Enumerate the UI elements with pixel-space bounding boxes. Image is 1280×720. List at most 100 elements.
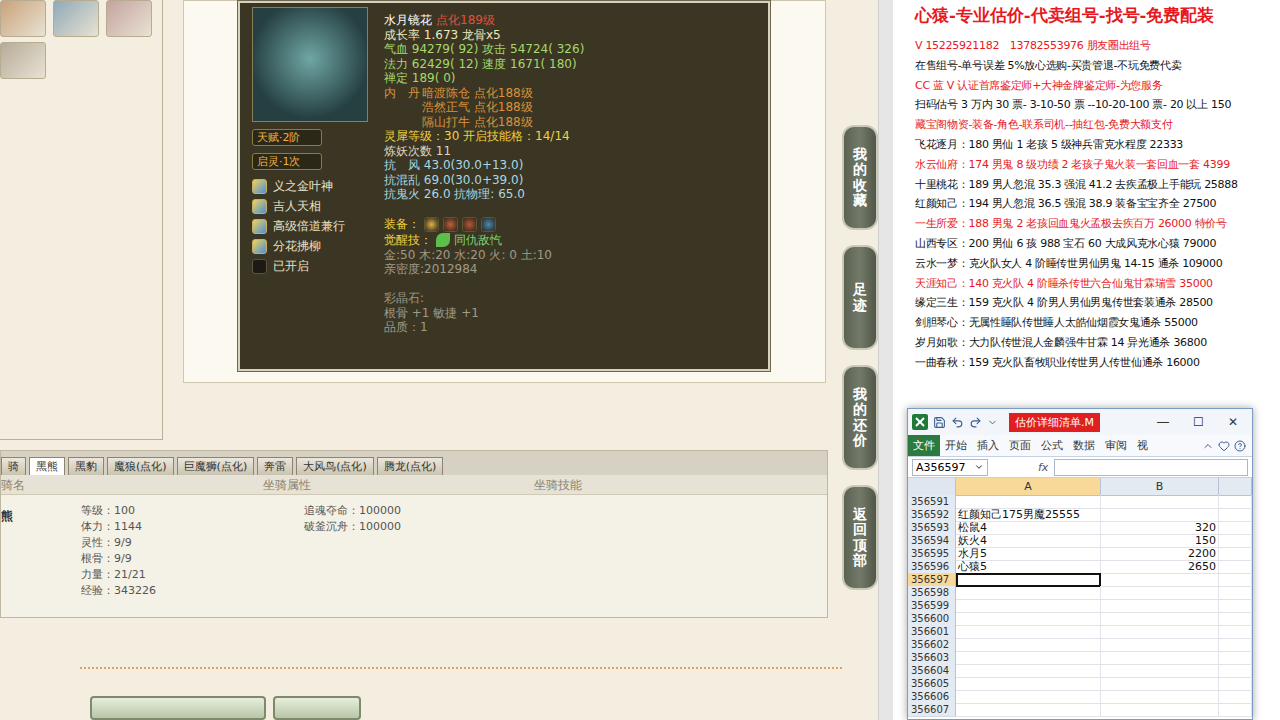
- skill-row[interactable]: 吉人天相: [252, 196, 370, 216]
- mount-tab[interactable]: 黑豹: [68, 457, 104, 475]
- row-number[interactable]: 356597: [908, 573, 956, 587]
- row-number[interactable]: 356606: [908, 690, 956, 704]
- cell[interactable]: 红颜知己175男魔25555: [956, 508, 1101, 522]
- mount-tab[interactable]: 骑: [1, 457, 26, 475]
- row-number[interactable]: 356598: [908, 586, 956, 600]
- cell[interactable]: [956, 638, 1101, 652]
- row-number[interactable]: 356603: [908, 651, 956, 665]
- column-header[interactable]: [1219, 478, 1252, 496]
- cell[interactable]: [956, 690, 1101, 704]
- cell[interactable]: [1219, 521, 1252, 535]
- row-number[interactable]: 356602: [908, 638, 956, 652]
- cell[interactable]: [1219, 677, 1252, 691]
- skill-row[interactable]: 高级倍道兼行: [252, 216, 370, 236]
- row-number[interactable]: 356604: [908, 664, 956, 678]
- ribbon-tab[interactable]: 审阅: [1100, 435, 1132, 457]
- cell[interactable]: [956, 651, 1101, 665]
- side-button[interactable]: 我的还价: [842, 365, 878, 470]
- cell[interactable]: [1219, 664, 1252, 678]
- cell[interactable]: [1101, 664, 1219, 678]
- formula-input[interactable]: [1054, 459, 1248, 476]
- side-button[interactable]: 足迹: [842, 245, 878, 350]
- cell[interactable]: 妖火4: [956, 534, 1101, 548]
- row-number[interactable]: 356593: [908, 521, 956, 535]
- cell[interactable]: 150: [1101, 534, 1219, 548]
- window-control[interactable]: —: [1148, 412, 1178, 432]
- cell[interactable]: [956, 677, 1101, 691]
- cell[interactable]: [956, 664, 1101, 678]
- avatar-thumbnail[interactable]: [106, 0, 152, 37]
- dropdown-icon[interactable]: [974, 462, 984, 472]
- cell[interactable]: [956, 599, 1101, 613]
- row-number[interactable]: 356600: [908, 612, 956, 626]
- cell[interactable]: 2200: [1101, 547, 1219, 561]
- avatar-thumbnail[interactable]: [53, 0, 99, 37]
- cell[interactable]: [1101, 508, 1219, 522]
- side-button[interactable]: 返回顶部: [842, 485, 878, 590]
- ribbon-tab[interactable]: 插入: [972, 435, 1004, 457]
- skill-row[interactable]: 已开启: [252, 256, 370, 276]
- cell[interactable]: [1101, 703, 1219, 717]
- equipment-icon[interactable]: [443, 217, 458, 232]
- cell[interactable]: [1101, 690, 1219, 704]
- cell[interactable]: [1219, 625, 1252, 639]
- row-number[interactable]: 356596: [908, 560, 956, 574]
- skill-row[interactable]: 义之金叶神: [252, 176, 370, 196]
- column-header[interactable]: A: [956, 478, 1101, 496]
- cell[interactable]: [1219, 690, 1252, 704]
- save-icon[interactable]: [933, 416, 946, 429]
- row-number[interactable]: 356591: [908, 495, 956, 509]
- window-control[interactable]: ✕: [1218, 412, 1248, 432]
- cell[interactable]: [1219, 534, 1252, 548]
- cell[interactable]: [1101, 495, 1219, 509]
- cell[interactable]: [1219, 612, 1252, 626]
- mount-tab[interactable]: 巨魔狮(点化): [177, 457, 255, 475]
- cell[interactable]: 320: [1101, 521, 1219, 535]
- action-button[interactable]: [90, 696, 266, 720]
- cell[interactable]: [1101, 625, 1219, 639]
- row-number[interactable]: 356592: [908, 508, 956, 522]
- cell[interactable]: [1219, 599, 1252, 613]
- ribbon-tab[interactable]: 公式: [1036, 435, 1068, 457]
- cell[interactable]: [1219, 573, 1252, 587]
- cell[interactable]: [956, 573, 1101, 587]
- heart-icon[interactable]: [1218, 440, 1230, 452]
- cell[interactable]: [1219, 495, 1252, 509]
- mount-tab[interactable]: 腾龙(点化): [377, 457, 444, 475]
- equipment-icon[interactable]: [462, 217, 477, 232]
- cell[interactable]: [956, 703, 1101, 717]
- redo-icon[interactable]: [969, 416, 982, 429]
- cell[interactable]: [1219, 547, 1252, 561]
- equipment-icon[interactable]: [481, 217, 496, 232]
- cell[interactable]: [1101, 599, 1219, 613]
- ribbon-tab[interactable]: 开始: [940, 435, 972, 457]
- ribbon-tab[interactable]: 视: [1132, 435, 1153, 457]
- cell[interactable]: [956, 612, 1101, 626]
- row-number[interactable]: 356605: [908, 677, 956, 691]
- avatar-thumbnail[interactable]: [0, 42, 46, 79]
- row-number[interactable]: 356601: [908, 625, 956, 639]
- cell[interactable]: [1101, 573, 1219, 587]
- mount-tab[interactable]: 魔狼(点化): [107, 457, 174, 475]
- cell[interactable]: [1101, 651, 1219, 665]
- cell[interactable]: [1219, 508, 1252, 522]
- cell[interactable]: [1101, 638, 1219, 652]
- ribbon-tab[interactable]: 页面: [1004, 435, 1036, 457]
- help-icon[interactable]: [1234, 440, 1246, 452]
- cell[interactable]: [1101, 612, 1219, 626]
- collapse-icon[interactable]: [1202, 440, 1214, 452]
- cell[interactable]: [956, 586, 1101, 600]
- cell[interactable]: [1219, 703, 1252, 717]
- cell[interactable]: [1101, 586, 1219, 600]
- row-number[interactable]: 356594: [908, 534, 956, 548]
- scrollbar[interactable]: [878, 0, 893, 720]
- mount-tab[interactable]: 奔雷: [257, 457, 293, 475]
- row-number[interactable]: 356607: [908, 703, 956, 717]
- ribbon-tab[interactable]: 文件: [908, 435, 940, 457]
- cell[interactable]: [956, 495, 1101, 509]
- select-all[interactable]: [908, 478, 956, 496]
- cell[interactable]: 松鼠4: [956, 521, 1101, 535]
- cell[interactable]: [1219, 638, 1252, 652]
- name-box[interactable]: A356597: [912, 459, 988, 476]
- cell[interactable]: [1219, 651, 1252, 665]
